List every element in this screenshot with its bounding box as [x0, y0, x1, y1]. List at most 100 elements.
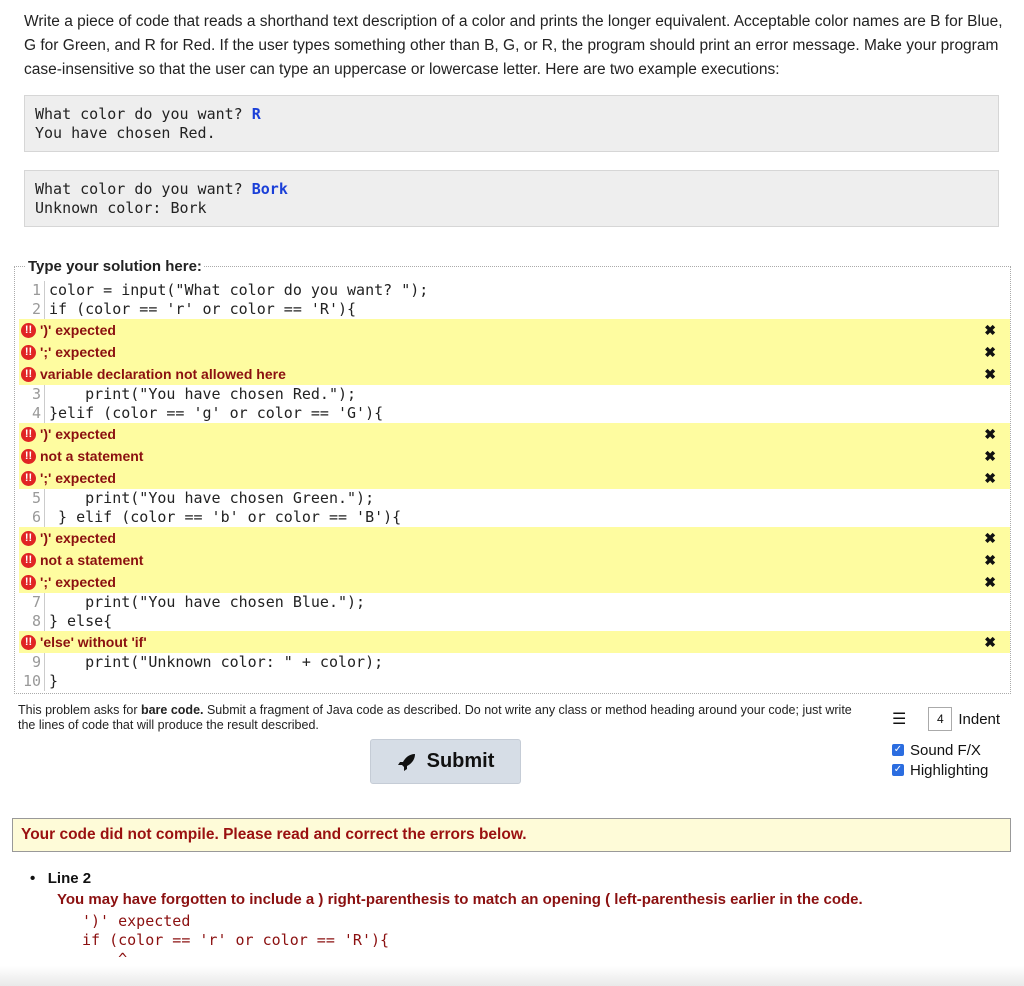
example-prompt: What color do you want?	[35, 180, 252, 198]
example-output: Unknown color: Bork	[35, 199, 207, 217]
close-icon[interactable]: ✖	[984, 445, 996, 467]
code-text: if (color == 'r' or color == 'R'){	[49, 300, 357, 318]
line-number: 5	[19, 489, 45, 508]
error-message: ')' expected	[40, 426, 116, 442]
code-text: print("You have chosen Blue.");	[49, 593, 366, 611]
code-line[interactable]: 1 color = input("What color do you want? …	[19, 281, 428, 300]
close-icon[interactable]: ✖	[984, 319, 996, 341]
highlighting-checkbox[interactable]: ✓	[892, 764, 904, 776]
sound-checkbox[interactable]: ✓	[892, 744, 904, 756]
code-text: print("You have chosen Red.");	[49, 385, 357, 403]
close-icon[interactable]: ✖	[984, 549, 996, 571]
compile-error-banner: Your code did not compile. Please read a…	[12, 818, 1011, 852]
example-execution-2: What color do you want? Bork Unknown col…	[24, 170, 999, 227]
close-icon[interactable]: ✖	[984, 363, 996, 385]
code-line[interactable]: 5 print("You have chosen Green.");	[19, 489, 374, 508]
line-number: 4	[19, 404, 45, 423]
problem-description: Write a piece of code that reads a short…	[24, 13, 1003, 78]
line-number: 9	[19, 653, 45, 672]
error-text: ')' expected	[82, 912, 191, 930]
code-text: }elif (color == 'g' or color == 'G'){	[49, 404, 384, 422]
editor-options: ☰ 4 Indent ✓ Sound F/X ✓ Highlighting	[892, 706, 1000, 780]
note-bold: bare code.	[140, 703, 204, 717]
code-line[interactable]: 9 print("Unknown color: " + color);	[19, 653, 383, 672]
page-fade	[0, 966, 1024, 986]
error-icon: !!	[21, 344, 36, 360]
error-message: 'else' without 'if'	[40, 634, 147, 650]
error-row: !! ';' expected ✖	[19, 467, 1010, 489]
close-icon[interactable]: ✖	[984, 467, 996, 489]
code-line[interactable]: 4}elif (color == 'g' or color == 'G'){	[19, 404, 383, 423]
error-row: !! not a statement ✖	[19, 445, 1010, 467]
error-row: !! variable declaration not allowed here ✖	[19, 363, 1010, 385]
line-number: 10	[19, 672, 45, 691]
error-message: ')' expected	[40, 530, 116, 546]
line-number: 8	[19, 612, 45, 631]
line-number: 1	[19, 281, 45, 300]
code-line[interactable]: 6 } elif (color == 'b' or color == 'B'){	[19, 508, 401, 527]
error-code-line: if (color == 'r' or color == 'R'){	[82, 931, 390, 949]
submit-label: Submit	[426, 750, 495, 772]
error-message: ';' expected	[40, 574, 116, 590]
indent-input[interactable]: 4	[928, 707, 953, 731]
error-row: !! ')' expected ✖	[19, 423, 1010, 445]
error-location: • Line 2	[30, 870, 92, 887]
line-number: 3	[19, 385, 45, 404]
error-message: ')' expected	[40, 322, 116, 338]
example-execution-1: What color do you want? R You have chose…	[24, 95, 999, 152]
error-icon: !!	[21, 634, 36, 650]
error-row: !! ';' expected ✖	[19, 571, 1010, 593]
code-line[interactable]: 8} else{	[19, 612, 112, 631]
example-input: Bork	[251, 180, 288, 198]
error-icon: !!	[21, 574, 36, 590]
error-icon: !!	[21, 530, 36, 546]
example-input: R	[251, 105, 261, 123]
error-hint: You may have forgotten to include a ) ri…	[57, 891, 863, 908]
note-prefix: This problem asks for	[18, 703, 141, 717]
indent-icon[interactable]: ☰	[892, 709, 906, 729]
error-message: ';' expected	[40, 470, 116, 486]
code-text: }	[49, 672, 59, 690]
close-icon[interactable]: ✖	[984, 571, 996, 593]
error-row: !! ';' expected ✖	[19, 341, 1010, 363]
error-message: variable declaration not allowed here	[40, 366, 286, 382]
error-icon: !!	[21, 322, 36, 338]
code-text: print("You have chosen Green.");	[49, 489, 375, 507]
error-row: !!'else' without 'if' ✖	[19, 631, 1010, 653]
error-message: not a statement	[40, 552, 144, 568]
code-text: print("Unknown color: " + color);	[49, 653, 384, 671]
code-line[interactable]: 2 if (color == 'r' or color == 'R'){	[19, 300, 356, 319]
error-icon: !!	[21, 552, 36, 568]
rocket-icon	[397, 753, 415, 771]
submit-button[interactable]: Submit	[370, 739, 521, 784]
error-row: !! ')' expected ✖	[19, 319, 1010, 341]
close-icon[interactable]: ✖	[984, 527, 996, 549]
line-label: Line 2	[47, 870, 92, 887]
solution-editor[interactable]: Type your solution here: 1 color = input(…	[14, 258, 1011, 694]
indent-label: Indent	[958, 710, 1001, 728]
sound-label: Sound F/X	[910, 741, 981, 759]
error-icon: !!	[21, 470, 36, 486]
line-number: 7	[19, 593, 45, 612]
example-output: You have chosen Red.	[35, 124, 216, 142]
close-icon[interactable]: ✖	[984, 423, 996, 445]
example-prompt: What color do you want?	[35, 105, 252, 123]
error-icon: !!	[21, 426, 36, 442]
close-icon[interactable]: ✖	[984, 631, 996, 653]
error-message: ';' expected	[40, 344, 116, 360]
error-row: !! not a statement ✖	[19, 549, 1010, 571]
line-number: 6	[19, 508, 45, 527]
code-text: color = input("What color do you want? "…	[49, 281, 429, 299]
code-line[interactable]: 7 print("You have chosen Blue.");	[19, 593, 365, 612]
code-line[interactable]: 10}	[19, 672, 58, 691]
code-text: } else{	[49, 612, 113, 630]
error-icon: !!	[21, 366, 36, 382]
close-icon[interactable]: ✖	[984, 341, 996, 363]
solution-title: Type your solution here:	[26, 258, 204, 275]
bare-code-note: This problem asks for bare code. Submit …	[18, 703, 858, 733]
highlighting-label: Highlighting	[910, 761, 989, 779]
error-icon: !!	[21, 448, 36, 464]
code-line[interactable]: 3 print("You have chosen Red.");	[19, 385, 356, 404]
error-code-block: ')' expected if (color == 'r' or color ==…	[82, 912, 1010, 969]
error-detail: • Line 2 You may have forgotten to inclu…	[30, 870, 1010, 969]
